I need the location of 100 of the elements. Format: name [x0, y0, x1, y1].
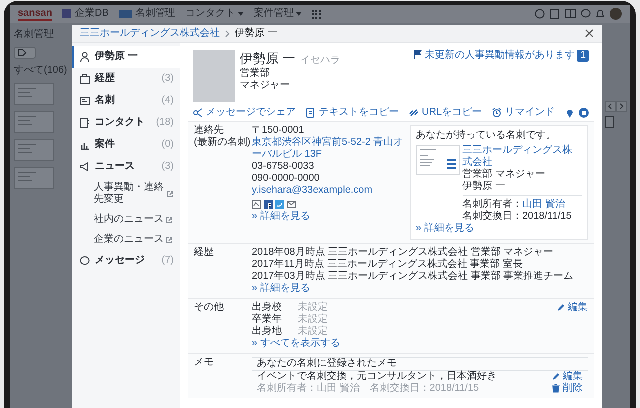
bar-chart-icon: [80, 140, 90, 150]
external-link-icon: [167, 190, 174, 198]
nav-link[interactable]: 名刺管理: [135, 8, 176, 20]
section-label: その他: [194, 302, 225, 314]
caret-icon: [238, 12, 244, 16]
field-value: 未設定: [298, 326, 328, 338]
owner-link[interactable]: 山田 賢治: [522, 198, 566, 210]
postal-code: 〒150-0001: [252, 125, 304, 136]
external-link-icon: [166, 236, 173, 244]
edit-link[interactable]: 編集: [563, 370, 583, 382]
document-icon[interactable]: [605, 116, 615, 128]
pencil-icon: [552, 372, 560, 380]
item-count: (4): [162, 95, 174, 107]
department: 営業部: [240, 68, 271, 80]
name-reading: イセハラ: [300, 54, 341, 66]
owner-label: 名刺所有者：: [462, 198, 522, 210]
company-link[interactable]: 三三ホールディングス株式会社: [462, 144, 582, 168]
trash-icon: [552, 384, 560, 393]
sidebar-subitem[interactable]: 社内のニュース: [94, 214, 164, 226]
tab-label[interactable]: すべて(106): [14, 65, 68, 77]
app-logo: sansan: [18, 8, 52, 20]
close-icon[interactable]: [585, 29, 594, 38]
person-name: 伊勢原 一: [240, 50, 296, 68]
action-link[interactable]: URLをコピー: [422, 106, 482, 118]
action-link[interactable]: メッセージでシェア: [206, 106, 296, 118]
breadcrumb-current: 伊勢原 一: [235, 28, 278, 40]
document-icon[interactable]: [550, 9, 560, 19]
mail-icon[interactable]: [286, 200, 296, 208]
copy-icon: [306, 108, 316, 118]
delete-link[interactable]: 削除: [563, 382, 583, 394]
sidebar-item[interactable]: ニュース (3): [72, 156, 180, 178]
book-icon[interactable]: [565, 9, 576, 19]
phone-number: 03-6758-0033: [252, 161, 314, 173]
item-count: (0): [162, 139, 174, 151]
action-link[interactable]: テキストをコピー: [319, 106, 399, 118]
facebook-icon[interactable]: [264, 200, 272, 208]
breadcrumb-link[interactable]: 三三ホールディングス株式会社: [80, 28, 220, 40]
notice-link[interactable]: 未更新の人事異動情報があります: [424, 50, 575, 62]
career-entry: 2017年11月時点 三三ホールディングス株式会社 事業部 室長: [252, 258, 523, 270]
megaphone-icon: [80, 162, 90, 172]
item-count: (3): [162, 73, 174, 85]
pencil-icon: [557, 304, 565, 312]
bell-icon[interactable]: [596, 9, 605, 19]
caret-icon: [296, 12, 302, 16]
section-label: 連絡先: [194, 125, 225, 136]
career-entry: 2017年03月時点 三三ホールディングス株式会社 事業部 事業推進チーム: [252, 270, 574, 282]
details-link[interactable]: » 詳細を見る: [252, 282, 310, 294]
details-link[interactable]: » 詳細を見る: [252, 211, 310, 223]
page-title: 名刺管理: [14, 29, 55, 41]
sidebar-item[interactable]: メッセージ (7): [72, 250, 180, 272]
details-link[interactable]: » 詳細を見る: [416, 222, 474, 234]
field-name: 出身地: [252, 326, 283, 338]
field-name: 出身校: [252, 302, 283, 314]
avatar-icon[interactable]: [610, 8, 622, 20]
alarm-clock-icon: [492, 108, 502, 118]
external-link-icon: [166, 216, 173, 224]
section-label: メモ: [194, 356, 215, 370]
memo-heading: あなたの名刺に登録されたメモ: [252, 356, 588, 370]
show-all-link[interactable]: » すべてを表示する: [252, 338, 340, 350]
memo-meta: 名刺所有者：山田 賢治 名刺交換日：2018/11/15: [257, 382, 480, 394]
next-page-icon[interactable]: [616, 101, 627, 112]
nav-link[interactable]: コンタクト: [185, 8, 236, 20]
card-position: 営業部 マネジャー: [462, 168, 546, 180]
section-label: 経歴: [194, 246, 215, 260]
card-name: 伊勢原 一: [462, 180, 506, 192]
contact-icon: [80, 118, 90, 128]
previous-page-icon[interactable]: [605, 101, 616, 112]
tag-filter-icon[interactable]: [14, 47, 36, 59]
career-entry: 2018年08月時点 三三ホールディングス株式会社 営業部 マネジャー: [252, 246, 554, 258]
business-card-thumbnail[interactable]: [416, 144, 460, 174]
sidebar-subitem[interactable]: 企業のニュース: [94, 234, 164, 246]
sidebar-item[interactable]: 伊勢原 一: [72, 46, 180, 68]
card-thumbnail-icon: [14, 111, 54, 133]
chevron-icon: [225, 30, 230, 38]
sidebar-subitem[interactable]: 人事異動・連絡先変更: [94, 182, 165, 206]
field-value: 未設定: [298, 314, 328, 326]
section-sublabel: (最新の名刺): [194, 137, 252, 149]
share-icon: [193, 108, 203, 118]
grid-icon[interactable]: [312, 10, 322, 18]
sidebar-item[interactable]: 案件 (0): [72, 134, 180, 156]
memo-text: イベントで名刺交換，元コンサルタント，日本酒好き: [257, 370, 498, 382]
map-icon[interactable]: [252, 200, 261, 208]
action-link[interactable]: リマインド: [505, 106, 556, 118]
email-link[interactable]: y.isehara@33example.com: [252, 185, 373, 197]
card-thumbnail-icon: [14, 83, 54, 105]
pin-icon[interactable]: [566, 108, 574, 118]
sidebar-item[interactable]: 経歴 (3): [72, 68, 180, 90]
job-title: マネジャー: [240, 80, 291, 92]
mobile-number: 090-0000-0000: [252, 173, 320, 185]
sidebar-item[interactable]: コンタクト (18): [72, 112, 180, 134]
count-badge: 1: [577, 50, 589, 62]
address-link[interactable]: 東京都渋谷区神宮前5-52-2 青山オーバルビル 13F: [252, 137, 404, 161]
sidebar-item[interactable]: 名刺 (4): [72, 90, 180, 112]
item-count: (18): [156, 117, 174, 129]
edit-link[interactable]: 編集: [568, 302, 588, 314]
nav-link[interactable]: 企業DB: [74, 8, 109, 20]
nav-link[interactable]: 案件管理: [254, 8, 294, 20]
item-count: (7): [162, 255, 174, 267]
briefcase-icon: [80, 74, 90, 84]
item-count: (3): [162, 161, 174, 173]
